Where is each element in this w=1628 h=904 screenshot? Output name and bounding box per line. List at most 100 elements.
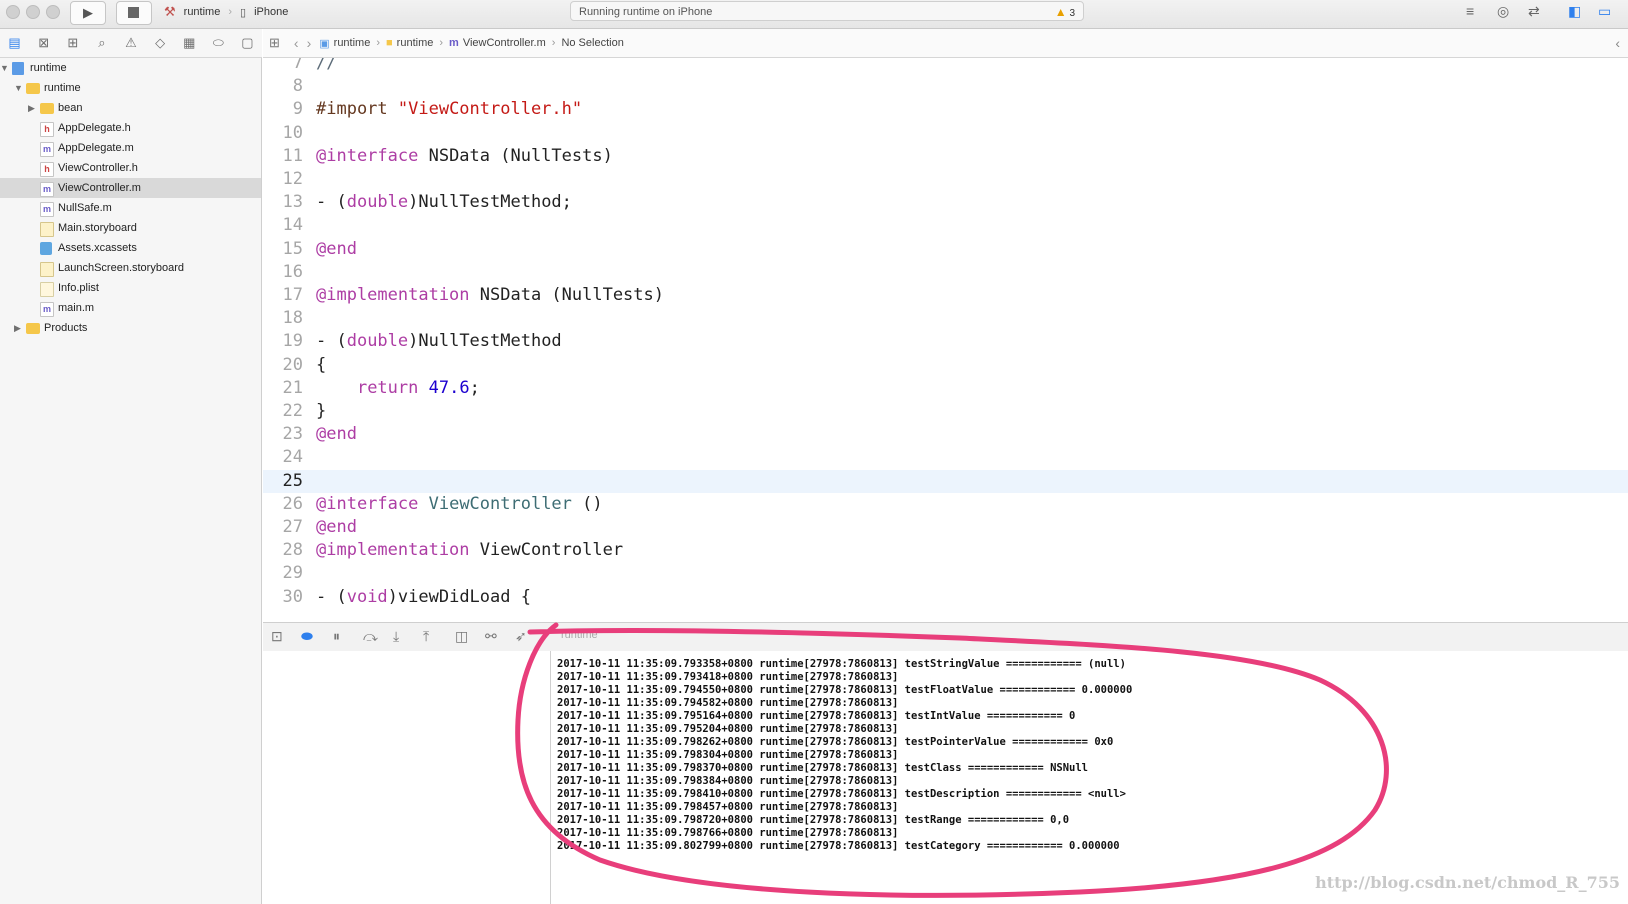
forward-arrow-icon[interactable]: › (307, 35, 312, 51)
disclosure-open-icon[interactable]: ▼ (0, 58, 9, 78)
console-line: 2017-10-11 11:35:09.798766+0800 runtime[… (557, 827, 899, 839)
code-line[interactable]: 7 // (263, 58, 1628, 75)
project-navigator-icon[interactable]: ▤ (0, 35, 29, 51)
console-output[interactable]: 2017-10-11 11:35:09.793358+0800 runtime[… (551, 651, 1628, 904)
code-line[interactable]: 20 { (263, 354, 1628, 377)
breadcrumb-separator: › (376, 37, 381, 49)
code-line[interactable]: 21 return 47.6; (263, 377, 1628, 400)
zoom-window-button[interactable] (46, 5, 60, 19)
code-line[interactable]: 14 (263, 214, 1628, 237)
navigator-item-label: bean (58, 102, 83, 114)
navigator-item[interactable]: h ViewController.h (0, 158, 261, 178)
step-into-icon[interactable]: ⤓ (393, 628, 399, 645)
navigator-item-label: Main.storyboard (58, 222, 137, 234)
console-line: 2017-10-11 11:35:09.798384+0800 runtime[… (557, 775, 899, 787)
line-number: 27 (282, 517, 303, 537)
code-line[interactable]: 18 (263, 307, 1628, 330)
stop-button[interactable] (116, 1, 152, 25)
source-editor[interactable]: 7 // 8 9 #import "ViewController.h" 10 11 @inte… (263, 58, 1628, 622)
warning-indicator[interactable]: ▲ 3 (1055, 2, 1075, 24)
navigator-item[interactable]: m AppDelegate.m (0, 138, 261, 158)
navigator-item[interactable]: ▼ runtime (0, 78, 261, 98)
symbol-navigator-icon[interactable]: ⊞ (58, 35, 87, 51)
code-line[interactable]: 17 @implementation NSData (NullTests) (263, 284, 1628, 307)
code-line[interactable]: 24 (263, 446, 1628, 469)
related-items-icon[interactable]: ⊞ (269, 35, 280, 51)
report-navigator-icon[interactable]: ▢ (233, 35, 262, 51)
navigator-item-label: NullSafe.m (58, 202, 112, 214)
code-line[interactable]: 26 @interface ViewController () (263, 493, 1628, 516)
breakpoint-navigator-icon[interactable]: ⬭ (204, 35, 233, 51)
source-control-navigator-icon[interactable]: ⊠ (29, 35, 58, 51)
navigator-toggle-icon[interactable]: ◧ (1568, 3, 1581, 20)
navigator-item[interactable]: h AppDelegate.h (0, 118, 261, 138)
navigator-item[interactable]: m NullSafe.m (0, 198, 261, 218)
navigator-item[interactable]: ▼ runtime (0, 58, 261, 78)
code-line[interactable]: 9 #import "ViewController.h" (263, 98, 1628, 121)
disclosure-open-icon[interactable]: ▼ (14, 78, 23, 98)
back-arrow-icon[interactable]: ‹ (294, 35, 299, 51)
navigator-item[interactable]: Info.plist (0, 278, 261, 298)
code-line[interactable]: 12 (263, 168, 1628, 191)
breadcrumb-separator: › (551, 37, 556, 49)
navigator-item[interactable]: ▶ bean (0, 98, 261, 118)
code-line[interactable]: 28 @implementation ViewController (263, 539, 1628, 562)
hide-debug-area-icon[interactable]: ⊡ (271, 628, 283, 645)
navigator-item[interactable]: m ViewController.m (0, 178, 261, 198)
disclosure-closed-icon[interactable]: ▶ (14, 318, 21, 338)
navigator-item[interactable]: LaunchScreen.storyboard (0, 258, 261, 278)
code-line[interactable]: 27 @end (263, 516, 1628, 539)
close-window-button[interactable] (6, 5, 20, 19)
code-line[interactable]: 23 @end (263, 423, 1628, 446)
step-over-icon[interactable]: ⤼ (363, 628, 378, 645)
current-code-line[interactable]: 25 (263, 469, 1628, 493)
code-line[interactable]: 19 - (double)NullTestMethod (263, 330, 1628, 353)
navigator-item[interactable]: Assets.xcassets (0, 238, 261, 258)
variables-view[interactable] (263, 651, 550, 904)
find-navigator-icon[interactable]: ⌕ (87, 35, 116, 51)
line-number: 17 (282, 285, 303, 305)
code-line[interactable]: 13 - (double)NullTestMethod; (263, 191, 1628, 214)
test-navigator-icon[interactable]: ◇ (146, 35, 175, 51)
scheme-selector[interactable]: ⚒ runtime › ▯ iPhone (160, 1, 292, 23)
assistant-editor-icon[interactable]: ◎ (1497, 3, 1509, 20)
breadcrumb-group[interactable]: runtime (397, 37, 434, 49)
code-line[interactable]: 15 @end (263, 238, 1628, 261)
console-line: 2017-10-11 11:35:09.793358+0800 runtime[… (557, 658, 1126, 670)
location-icon[interactable]: ➶ (515, 628, 527, 645)
breadcrumb-project[interactable]: runtime (334, 37, 371, 49)
breakpoints-toggle-icon[interactable]: ⬬ (301, 628, 313, 645)
disclosure-closed-icon[interactable]: ▶ (28, 98, 35, 118)
minimize-window-button[interactable] (26, 5, 40, 19)
run-button[interactable]: ▶ (70, 1, 106, 25)
memory-graph-icon[interactable]: ⚯ (485, 628, 497, 645)
navigator-item-label: runtime (30, 62, 67, 74)
storyboard-icon (40, 262, 54, 277)
navigator-item[interactable]: m main.m (0, 298, 261, 318)
step-out-icon[interactable]: ⤒ (423, 628, 429, 645)
objc-file-icon: m (40, 302, 54, 317)
navigator-item-label: AppDelegate.h (58, 122, 131, 134)
process-label: runtime (561, 629, 598, 641)
breadcrumb-symbol[interactable]: No Selection (561, 37, 623, 49)
issue-navigator-icon[interactable]: ⚠ (116, 35, 145, 51)
navigator-item[interactable]: ▶ Products (0, 318, 261, 338)
code-line[interactable]: 29 (263, 562, 1628, 585)
code-token: - ( (316, 586, 347, 607)
view-debugger-icon[interactable]: ◫ (455, 628, 468, 645)
code-line[interactable]: 10 (263, 122, 1628, 145)
breadcrumb-file[interactable]: ViewController.m (463, 37, 546, 49)
code-token: 47.6 (428, 377, 470, 398)
code-line[interactable]: 30 - (void)viewDidLoad { (263, 586, 1628, 609)
code-line[interactable]: 11 @interface NSData (NullTests) (263, 145, 1628, 168)
collapse-arrow-icon[interactable]: ‹ (1615, 35, 1620, 51)
code-line[interactable]: 22} (263, 400, 1628, 423)
pause-icon[interactable]: ⏸ (333, 628, 340, 645)
code-line[interactable]: 8 (263, 75, 1628, 98)
navigator-item[interactable]: Main.storyboard (0, 218, 261, 238)
version-editor-icon[interactable]: ⇄ (1528, 3, 1540, 20)
debug-navigator-icon[interactable]: ▦ (175, 35, 204, 51)
code-line[interactable]: 16 (263, 261, 1628, 284)
standard-editor-icon[interactable]: ≡ (1466, 3, 1474, 19)
debug-area-toggle-icon[interactable]: ▭ (1598, 3, 1611, 20)
